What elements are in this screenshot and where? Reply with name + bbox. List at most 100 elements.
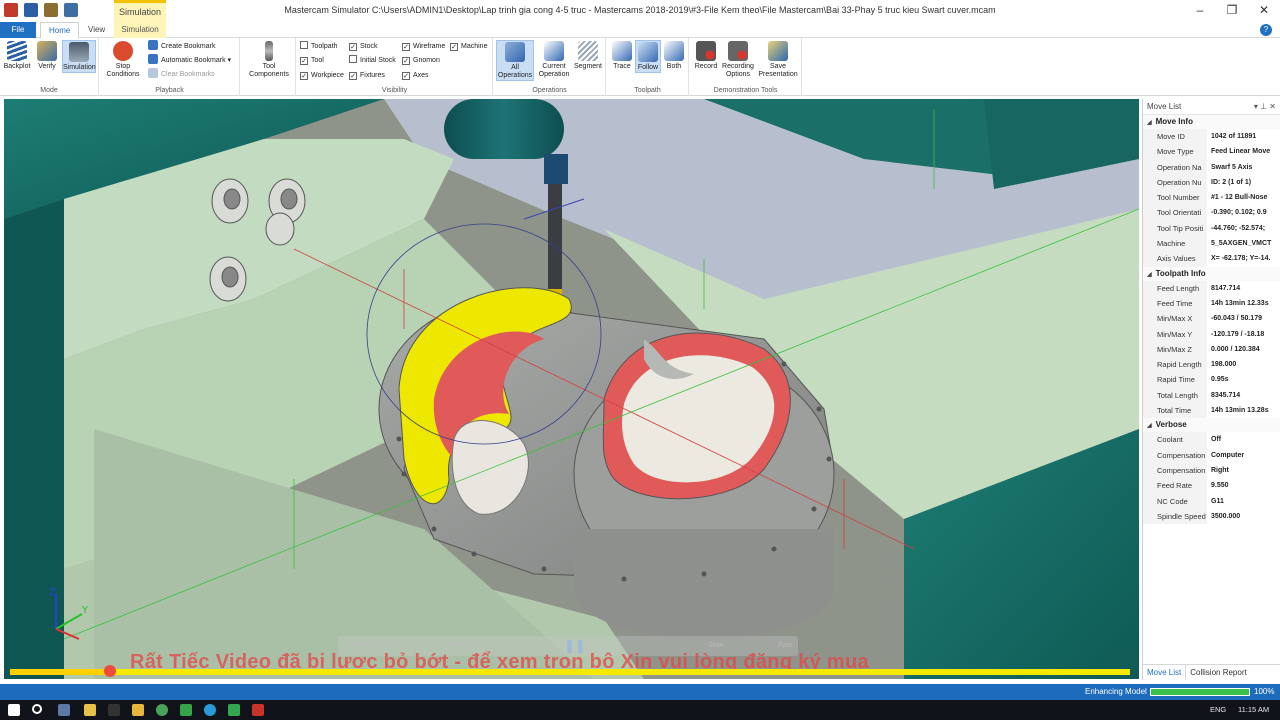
folder-icon[interactable]: [132, 704, 144, 716]
property-row[interactable]: Tool Number #1 - 12 Bull-Nose: [1143, 190, 1280, 206]
simulation-button[interactable]: Simulation: [62, 40, 96, 73]
current-operation-button[interactable]: Current Operation: [536, 40, 572, 79]
tab-home[interactable]: Home: [40, 22, 80, 38]
property-row[interactable]: Operation Nu ID: 2 (1 of 1): [1143, 174, 1280, 191]
verify-button[interactable]: Verify: [32, 40, 62, 71]
trace-button[interactable]: Trace: [609, 40, 635, 71]
progress-knob[interactable]: [104, 665, 116, 677]
checkbox-initial-stock[interactable]: Initial Stock: [349, 54, 396, 68]
checkbox-machine[interactable]: ✓ Machine: [450, 40, 487, 54]
property-name: Move Type: [1143, 144, 1207, 160]
both-button[interactable]: Both: [661, 40, 687, 71]
property-row[interactable]: Compensation Right: [1143, 462, 1280, 479]
record-button[interactable]: Record: [692, 40, 720, 71]
mastercam-taskbar-icon[interactable]: [252, 704, 264, 716]
checkbox-wireframe[interactable]: ✓ Wireframe: [402, 40, 445, 54]
tray-language[interactable]: ENG: [1210, 705, 1226, 714]
close-button[interactable]: ✕: [1248, 0, 1280, 22]
tool-components-button[interactable]: Tool Components: [244, 40, 294, 79]
restore-button[interactable]: ❐: [1216, 0, 1248, 22]
checkbox-axes[interactable]: ✓ Axes: [402, 69, 429, 83]
ribbon: Backplot Verify Simulation Mode Stop Con…: [0, 38, 1280, 96]
pin-icon[interactable]: ⊥: [1260, 102, 1267, 111]
trace-icon: [612, 41, 632, 61]
property-row[interactable]: Coolant Off: [1143, 432, 1280, 448]
follow-button[interactable]: Follow: [635, 40, 661, 73]
property-value: G11: [1211, 497, 1224, 505]
clear-bookmarks-button[interactable]: Clear Bookmarks: [148, 68, 215, 82]
property-row[interactable]: Spindle Speed 3500.000: [1143, 508, 1280, 525]
property-row[interactable]: Machine 5_5AXGEN_VMCT: [1143, 236, 1280, 252]
tab-view[interactable]: View: [80, 22, 113, 38]
property-row[interactable]: Min/Max Z 0.000 / 120.384: [1143, 341, 1280, 358]
property-name: Spindle Speed: [1143, 508, 1207, 525]
checkbox-tool[interactable]: ✓ Tool: [300, 54, 324, 68]
property-row[interactable]: Move ID 1042 of 11891: [1143, 129, 1280, 145]
collapse-triangle-icon[interactable]: ◢: [1147, 268, 1152, 282]
search-icon[interactable]: [32, 704, 42, 714]
tab-simulation[interactable]: Simulation: [114, 22, 166, 38]
panel-dropdown-icon[interactable]: ▾: [1254, 102, 1258, 111]
app-icon-green[interactable]: [228, 704, 240, 716]
section-header[interactable]: ◢ Toolpath Info: [1143, 266, 1280, 282]
follow-icon: [638, 42, 658, 62]
tab-collision-report[interactable]: Collision Report: [1185, 665, 1250, 680]
fast-label: Fast: [778, 642, 792, 649]
skype-icon[interactable]: [204, 704, 216, 716]
simulation-progress-bar[interactable]: [10, 665, 1130, 677]
tray-clock[interactable]: 11:15 AM: [1238, 705, 1269, 714]
checkbox-toolpath[interactable]: Toolpath: [300, 40, 337, 54]
property-row[interactable]: Tool Orientati -0.390; 0.102; 0.9: [1143, 205, 1280, 221]
checkbox-gnomon[interactable]: ✓ Gnomon: [402, 54, 440, 68]
all-operations-button[interactable]: All Operations: [496, 40, 534, 81]
property-row[interactable]: Move Type Feed Linear Move: [1143, 144, 1280, 160]
stop-conditions-button[interactable]: Stop Conditions: [103, 40, 143, 79]
property-row[interactable]: NC Code G11: [1143, 493, 1280, 509]
collapse-triangle-icon[interactable]: ◢: [1147, 116, 1152, 130]
property-row[interactable]: Feed Rate 9.550: [1143, 478, 1280, 494]
automatic-bookmark-button[interactable]: Automatic Bookmark ▾: [148, 54, 231, 68]
property-row[interactable]: Rapid Time 0.95s: [1143, 372, 1280, 388]
property-row[interactable]: Tool Tip Positi -44.760; -52.574;: [1143, 220, 1280, 237]
property-row[interactable]: Total Length 8345.714: [1143, 387, 1280, 404]
create-bookmark-button[interactable]: Create Bookmark: [148, 40, 215, 54]
backplot-button[interactable]: Backplot: [2, 40, 32, 71]
property-row[interactable]: Compensation Computer: [1143, 447, 1280, 463]
property-row[interactable]: Axis Values X= -62.178; Y=-14.: [1143, 251, 1280, 267]
recording-options-button[interactable]: Recording Options: [720, 40, 756, 79]
section-header[interactable]: ◢ Verbose: [1143, 418, 1280, 433]
property-name: Tool Number: [1143, 190, 1207, 206]
tool-holder: [544, 154, 568, 184]
checkbox-workpiece[interactable]: ✓ Workpiece: [300, 69, 344, 83]
tab-file[interactable]: File: [0, 22, 36, 38]
group-label-mode: Mode: [40, 87, 58, 94]
minimize-button[interactable]: –: [1184, 0, 1216, 22]
checkbox-fixtures[interactable]: ✓ Fixtures: [349, 69, 385, 83]
terminal-icon[interactable]: [108, 704, 120, 716]
collapse-triangle-icon[interactable]: ◢: [1147, 419, 1152, 433]
property-value: ID: 2 (1 of 1): [1211, 178, 1252, 186]
panel-close-icon[interactable]: ✕: [1269, 102, 1276, 111]
chrome-icon[interactable]: [156, 704, 168, 716]
stop-icon: [113, 41, 133, 61]
property-row[interactable]: Min/Max X -60.043 / 50.179: [1143, 311, 1280, 327]
windows-start-icon[interactable]: [8, 704, 20, 716]
property-row[interactable]: Min/Max Y -120.179 / -18.18: [1143, 326, 1280, 342]
save-presentation-button[interactable]: Save Presentation: [758, 40, 798, 79]
help-icon[interactable]: ?: [1260, 24, 1272, 36]
property-row[interactable]: Feed Time 14h 13min 12.33s: [1143, 295, 1280, 312]
file-explorer-icon[interactable]: [84, 704, 96, 716]
property-row[interactable]: Total Time 14h 13min 13.28s: [1143, 403, 1280, 419]
checkbox-stock[interactable]: ✓ Stock: [349, 40, 378, 54]
tab-move-list[interactable]: Move List: [1143, 665, 1185, 680]
section-header[interactable]: ◢ Move Info: [1143, 115, 1280, 129]
property-row[interactable]: Operation Na Swarf 5 Axis: [1143, 159, 1280, 175]
segment-button[interactable]: Segment: [572, 40, 604, 71]
simulation-viewport[interactable]: Z Y: [4, 99, 1139, 679]
camtasia-icon[interactable]: [180, 704, 192, 716]
property-row[interactable]: Feed Length 8147.714: [1143, 280, 1280, 296]
property-row[interactable]: Rapid Length 198.000: [1143, 357, 1280, 373]
current-operation-icon: [544, 41, 564, 61]
task-view-icon[interactable]: [58, 704, 70, 716]
property-value: 3500.000: [1211, 512, 1241, 520]
